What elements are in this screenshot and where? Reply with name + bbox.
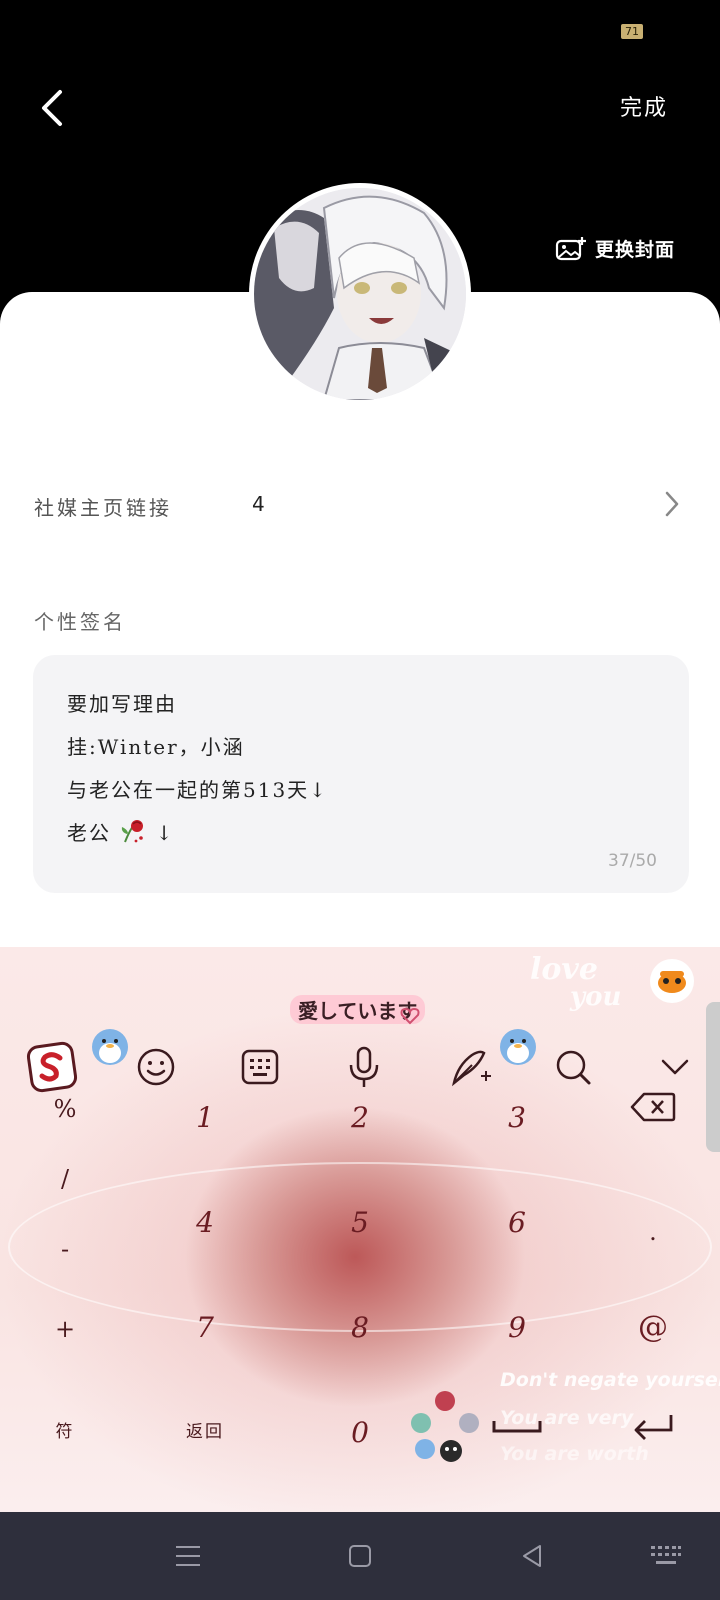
back-button[interactable] [30,86,74,130]
menu-icon [176,1546,200,1566]
key-2[interactable]: 2 [320,1092,400,1142]
key-dot[interactable]: . [613,1207,693,1257]
signature-label: 个性签名 [34,610,126,634]
chevron-down-icon [661,1059,689,1075]
search-button[interactable] [543,1037,603,1097]
key-at[interactable]: @ [613,1302,693,1352]
change-cover-label: 更换封面 [595,239,676,261]
key-8[interactable]: 8 [320,1302,400,1352]
back-arrow-icon [42,90,62,126]
space-icon [492,1421,542,1433]
key-5[interactable]: 5 [320,1197,400,1247]
avatar[interactable] [249,183,471,405]
key-enter[interactable] [613,1402,693,1452]
home-icon [349,1545,371,1567]
key-percent[interactable]: % [25,1084,105,1134]
signature-line-1: 要加写理由 [67,692,177,716]
home-button[interactable] [338,1534,382,1578]
keyboard-icon [651,1546,681,1564]
key-7[interactable]: 7 [165,1302,245,1352]
key-6[interactable]: 6 [477,1197,557,1247]
decor-english-line-1: Don't negate yourself [500,1369,720,1391]
change-cover-button[interactable]: 更换封面 [555,235,675,262]
wilted-rose-icon [122,820,144,843]
emoji-icon [137,1048,175,1086]
key-slash[interactable]: / [25,1154,105,1204]
keyboard-layout-icon [241,1049,279,1085]
social-links-count: 4 [252,492,265,516]
image-add-icon [555,236,586,260]
search-icon [556,1050,591,1085]
penguin-sticker-2-icon [490,1015,546,1071]
heart-sticker-icon [400,1007,420,1029]
keyboard-layout-button[interactable] [230,1037,290,1097]
signature-line-2: 挂:Winter，小涵 [67,735,245,759]
chevron-right-icon [665,491,679,517]
key-plus[interactable]: + [25,1304,105,1354]
key-space[interactable] [477,1402,557,1452]
battery-indicator: 71 [621,24,643,39]
social-links-label: 社媒主页链接 [34,496,172,520]
signature-line-4-text: 老公 [67,821,111,845]
key-9[interactable]: 9 [477,1302,557,1352]
key-3[interactable]: 3 [477,1092,557,1142]
social-links-row[interactable]: 社媒主页链接 4 [0,470,720,540]
key-backspace[interactable] [613,1082,693,1132]
keyboard-side-handle[interactable] [706,1002,720,1152]
character-stickers-icon [405,1387,485,1467]
key-minus[interactable]: - [25,1224,105,1274]
signature-char-count: 37/50 [608,851,657,871]
signature-line-4: 老公 ↓ [67,817,174,846]
recent-apps-button[interactable] [166,1534,210,1578]
system-nav-bar [0,1512,720,1600]
done-button[interactable]: 完成 [620,90,668,122]
emoji-button[interactable] [126,1037,186,1097]
enter-icon [634,1415,673,1440]
backspace-icon [630,1092,676,1122]
key-symbols[interactable]: 符 [25,1404,105,1454]
signature-line-4-arrow: ↓ [155,821,175,845]
back-icon [523,1545,541,1567]
key-return[interactable]: 返回 [165,1404,245,1454]
signature-line-3: 与老公在一起的第513天↓ [67,778,328,802]
nav-back-button[interactable] [510,1534,554,1578]
ime-keyboard: love you 愛しています Don't negate yourself Yo… [0,947,720,1512]
microphone-icon [349,1046,379,1087]
handwriting-icon [452,1050,491,1087]
key-1[interactable]: 1 [165,1092,245,1142]
voice-input-button[interactable] [334,1037,394,1097]
keyboard-switch-button[interactable] [644,1534,688,1578]
key-4[interactable]: 4 [165,1197,245,1247]
key-0[interactable]: 0 [320,1407,400,1457]
decor-you-text: you [570,982,622,1012]
avatar-image [254,188,466,400]
signature-textarea[interactable]: 要加写理由 挂:Winter，小涵 与老公在一起的第513天↓ 老公 ↓ 37/… [33,655,689,893]
sogou-mascot-icon[interactable] [650,959,694,1003]
